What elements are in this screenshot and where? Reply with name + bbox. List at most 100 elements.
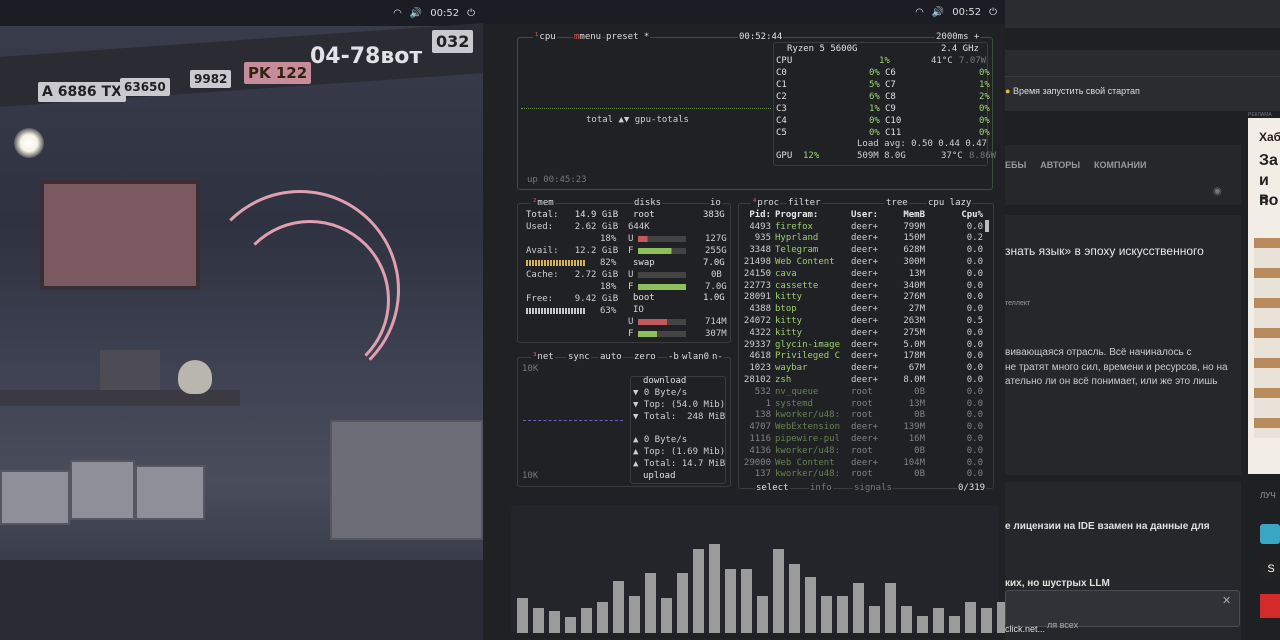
column-header[interactable]: Program: bbox=[773, 209, 849, 221]
proc-scrollbar[interactable] bbox=[985, 220, 989, 232]
btop-terminal[interactable]: ◠ 🔊 00:52 ⏻ ¹cpu mmenu preset * 00:52:44… bbox=[483, 0, 1024, 640]
column-header[interactable]: Pid: bbox=[741, 209, 773, 221]
process-row[interactable]: 21498 Web Content deer+ 300M 0.0 bbox=[741, 256, 985, 268]
auto-toggle[interactable]: auto bbox=[599, 352, 623, 362]
rss-icon[interactable]: ◉ bbox=[1213, 186, 1222, 197]
company-logo[interactable] bbox=[1260, 594, 1280, 618]
net-box-title[interactable]: ³net bbox=[531, 352, 555, 362]
news-item[interactable]: е лицензии на IDE взамен на данные для bbox=[1005, 521, 1210, 532]
notification-popup[interactable] bbox=[1005, 590, 1240, 627]
process-row[interactable]: 4388 btop deer+ 27M 0.0 bbox=[741, 303, 985, 315]
user-cell: root bbox=[851, 469, 873, 480]
cava-bar bbox=[645, 573, 656, 633]
filter-button[interactable]: filter bbox=[787, 198, 822, 208]
process-row[interactable]: 29337 glycin-image deer+ 5.0M 0.0 bbox=[741, 339, 985, 351]
process-row[interactable]: 4707 WebExtension deer+ 139M 0.0 bbox=[741, 421, 985, 433]
mem-cell: 16M bbox=[908, 434, 925, 445]
core-pct: 2% bbox=[979, 92, 990, 102]
preset-button[interactable]: preset * bbox=[605, 32, 651, 42]
process-row[interactable]: 4136 kworker/u48: root 0B 0.0 bbox=[741, 445, 985, 457]
net-interface: wlan0 bbox=[681, 352, 711, 362]
company-logo[interactable]: S bbox=[1262, 560, 1280, 578]
refresh-rate[interactable]: 2000ms + bbox=[935, 32, 981, 42]
pid-cell: 28102 bbox=[743, 375, 771, 386]
process-row[interactable]: 4618 Privileged C deer+ 178M 0.0 bbox=[741, 351, 985, 363]
core-pct: 0% bbox=[979, 128, 990, 138]
program-cell: kitty bbox=[775, 316, 803, 327]
gpu-mem: 509M 8.0G bbox=[857, 151, 906, 161]
mem-cell: 67M bbox=[908, 363, 925, 374]
info-button[interactable]: info bbox=[809, 483, 833, 493]
pid-cell: 137 bbox=[754, 469, 771, 480]
disk-root: root bbox=[633, 210, 655, 220]
mem-cell: 13M bbox=[908, 268, 925, 279]
mem-free: Free: 9.42 GiB bbox=[526, 294, 619, 304]
article-title[interactable]: знать язык» в эпоху искусственного bbox=[1005, 244, 1204, 258]
zero-toggle[interactable]: zero bbox=[633, 352, 657, 362]
process-row[interactable]: 28102 zsh deer+ 8.0M 0.0 bbox=[741, 374, 985, 386]
process-row[interactable]: 532 nv_queue root 0B 0.0 bbox=[741, 386, 985, 398]
close-icon[interactable]: ✕ bbox=[1222, 594, 1231, 607]
select-label[interactable]: select bbox=[755, 483, 790, 493]
process-row[interactable]: 1 systemd root 13M 0.0 bbox=[741, 398, 985, 410]
column-header[interactable]: Cpu% bbox=[927, 209, 985, 221]
tree-toggle[interactable]: tree bbox=[885, 198, 909, 208]
mem-cell: 0B bbox=[914, 386, 925, 397]
boot-free-meter bbox=[638, 331, 686, 337]
cava-bar bbox=[533, 608, 544, 633]
company-logo[interactable] bbox=[1260, 524, 1280, 544]
url-bar[interactable] bbox=[1005, 55, 1280, 77]
boot-io: IO bbox=[633, 305, 644, 315]
process-row[interactable]: 3348 Telegram deer+ 628M 0.0 bbox=[741, 244, 985, 256]
cpu-total-label: CPU bbox=[776, 56, 793, 66]
bookmark-item[interactable]: ● Время запустить свой стартап bbox=[1005, 86, 1140, 96]
gpu-temp: 37°C bbox=[941, 151, 963, 161]
process-row[interactable]: 24150 cava deer+ 13M 0.0 bbox=[741, 268, 985, 280]
mem-cell: 263M bbox=[903, 316, 925, 327]
cpu-box-title[interactable]: ¹cpu bbox=[533, 32, 557, 42]
prev-iface-button[interactable]: -b bbox=[667, 352, 680, 362]
column-header[interactable]: MemB bbox=[893, 209, 927, 221]
process-row[interactable]: 935 Hyprland deer+ 150M 0.2 bbox=[741, 233, 985, 245]
side-ad-banner[interactable]: Хаб За и в по bbox=[1248, 118, 1280, 474]
process-row[interactable]: 138 kworker/u48: root 0B 0.0 bbox=[741, 410, 985, 422]
nav-item[interactable]: КОМПАНИИ bbox=[1094, 160, 1146, 170]
news-item[interactable]: ких, но шустрых LLM bbox=[1005, 578, 1110, 589]
process-row[interactable]: 28091 kitty deer+ 276M 0.0 bbox=[741, 292, 985, 304]
radio bbox=[100, 350, 160, 390]
process-row[interactable]: 137 kworker/u48: root 0B 0.0 bbox=[741, 469, 985, 481]
process-row[interactable]: 4322 kitty deer+ 275M 0.0 bbox=[741, 327, 985, 339]
mem-cell: 150M bbox=[903, 233, 925, 244]
nav-item[interactable]: АВТОРЫ bbox=[1040, 160, 1080, 170]
cpu-cell: 0.0 bbox=[966, 304, 983, 315]
process-row[interactable]: 24072 kitty deer+ 263M 0.5 bbox=[741, 315, 985, 327]
io-toggle[interactable]: io bbox=[709, 198, 722, 208]
process-row[interactable]: 29000 Web Content deer+ 104M 0.0 bbox=[741, 457, 985, 469]
article-tag[interactable]: теллект bbox=[1005, 300, 1030, 307]
cava-bar bbox=[917, 615, 928, 633]
column-header[interactable]: User: bbox=[849, 209, 893, 221]
nav-item[interactable]: ЕБЫ bbox=[1005, 160, 1026, 170]
process-row[interactable]: 1023 waybar deer+ 67M 0.0 bbox=[741, 362, 985, 374]
proc-box-title[interactable]: ⁴proc bbox=[751, 198, 781, 208]
next-iface-button[interactable]: n- bbox=[711, 352, 724, 362]
sort-selector[interactable]: cpu lazy bbox=[927, 198, 973, 208]
process-row[interactable]: 1116 pipewire-pul deer+ 16M 0.0 bbox=[741, 433, 985, 445]
cpu-cell: 0.0 bbox=[966, 386, 983, 397]
core-label: C1 bbox=[776, 80, 787, 90]
article-lead-line: ательно ли он всё понимает, или же это л… bbox=[1005, 376, 1218, 387]
disks-title[interactable]: disks bbox=[633, 198, 663, 208]
cpu-cell: 0.0 bbox=[966, 363, 983, 374]
sync-toggle[interactable]: sync bbox=[567, 352, 591, 362]
process-row[interactable]: 22773 cassette deer+ 340M 0.0 bbox=[741, 280, 985, 292]
process-table[interactable]: Pid: Program: User: MemB Cpu% 4493 firefox dee… bbox=[741, 209, 985, 480]
program-cell: cava bbox=[775, 268, 797, 279]
mem-box-title[interactable]: ²mem bbox=[531, 198, 555, 208]
menu-button[interactable]: mmenu bbox=[573, 32, 603, 42]
mem-cell: 628M bbox=[903, 245, 925, 256]
license-plate: 63650 bbox=[120, 78, 170, 96]
browser-window: ● Время запустить свой стартап ЕБЫ АВТОР… bbox=[1005, 0, 1280, 640]
signals-button[interactable]: signals bbox=[853, 483, 893, 493]
process-row[interactable]: 4493 firefox deer+ 799M 0.0 bbox=[741, 221, 985, 233]
program-cell: WebExtension bbox=[775, 422, 841, 433]
